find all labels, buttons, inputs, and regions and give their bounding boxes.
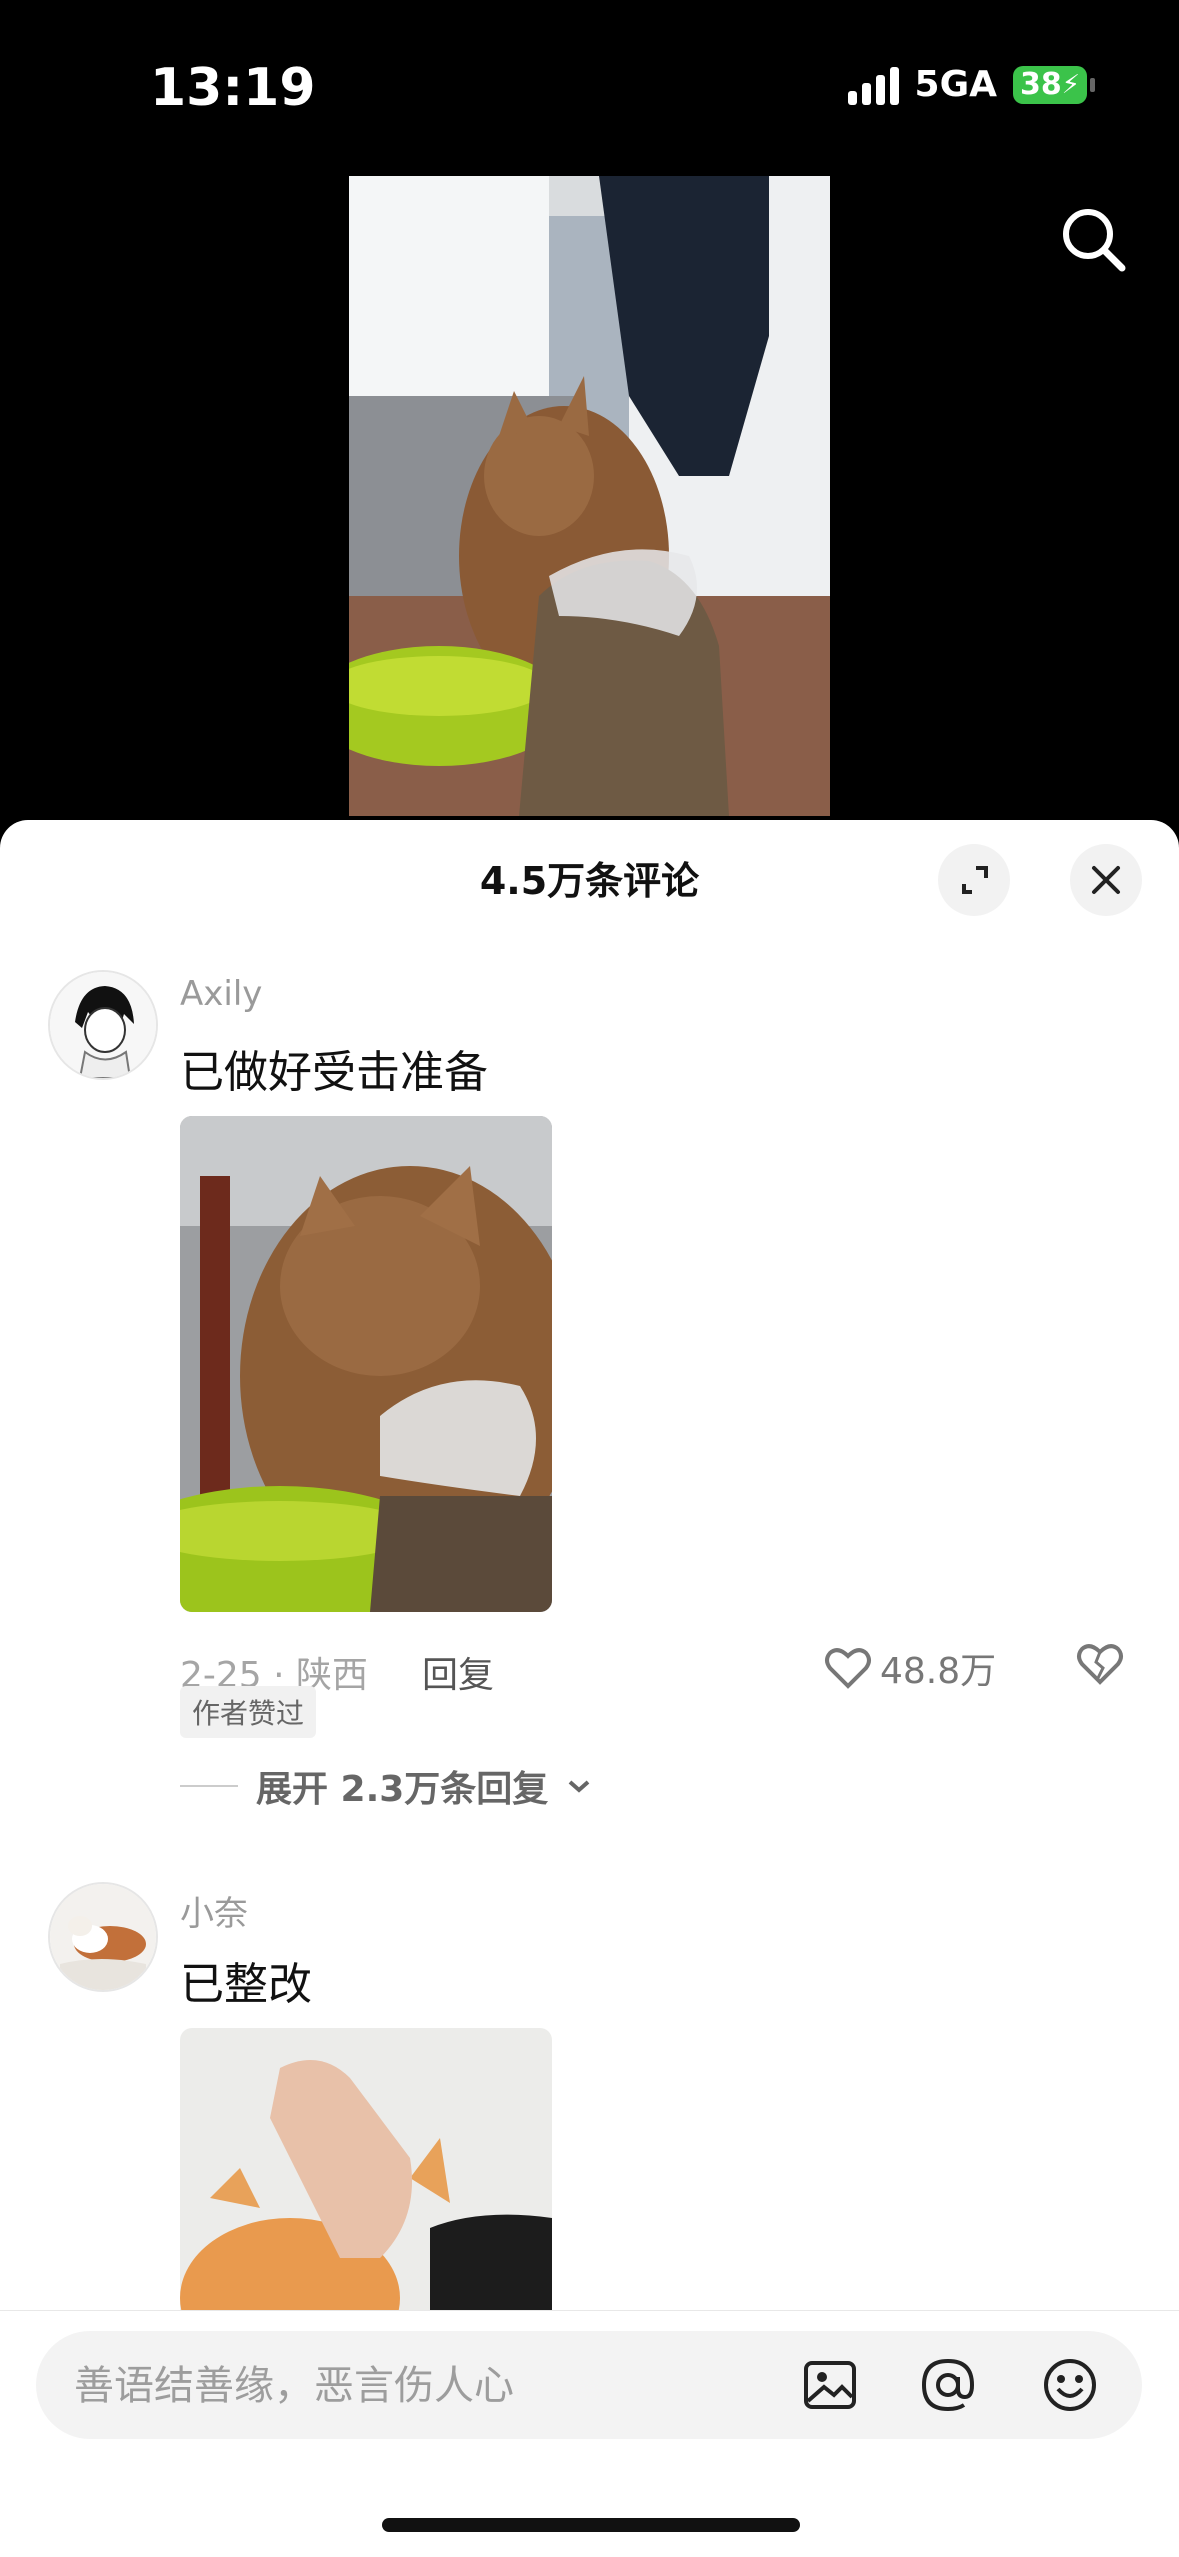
close-button[interactable] [1070,844,1142,916]
expand-replies-button[interactable]: 展开 2.3万条回复 [180,1760,592,1812]
search-icon[interactable] [1058,204,1128,274]
author-liked-badge: 作者赞过 [180,1686,317,1738]
signal-icon [847,65,899,105]
broken-heart-icon [1077,1644,1123,1685]
mention-icon[interactable] [918,2355,978,2415]
like-button[interactable]: 48.8万 [824,1642,996,1694]
chevron-down-icon [568,1780,590,1793]
battery-level: 38 [1019,67,1062,102]
dislike-button[interactable] [1076,1642,1124,1690]
heart-icon [825,1648,871,1689]
status-indicators: 5GA 38 ⚡ [847,64,1095,105]
fullscreen-icon [962,866,988,894]
video-player[interactable] [349,176,830,816]
comments-sheet: 4.5万条评论 Axily 已做好受击准备 2-25 · 陕西 回复 48.8万… [0,820,1179,2556]
avatar[interactable] [48,970,158,1080]
avatar[interactable] [48,1882,158,1992]
expand-replies-label: 展开 2.3万条回复 [256,1769,549,1810]
battery-icon: 38 ⚡ [1013,65,1095,104]
comment-text: 已整改 [180,1959,312,2010]
video-frame-image [349,176,830,816]
comment-username[interactable]: Axily [180,974,262,1014]
image-icon[interactable] [800,2355,860,2415]
close-icon [1092,866,1120,894]
comment-text: 已做好受击准备 [180,1047,488,1098]
comment-image[interactable] [180,2028,552,2310]
comment-input[interactable] [72,2331,776,2441]
fullscreen-button[interactable] [938,844,1010,916]
status-time: 13:19 [150,58,316,118]
network-type: 5GA [914,64,997,105]
like-count: 48.8万 [880,1651,997,1692]
comment-image[interactable] [180,1116,552,1612]
comment-username[interactable]: 小奈 [180,1886,248,1935]
emoji-icon[interactable] [1040,2355,1100,2415]
home-indicator [382,2518,800,2532]
reply-button[interactable]: 回复 [422,1646,494,1698]
divider [180,1785,238,1787]
comment-input-container[interactable] [36,2331,1142,2441]
